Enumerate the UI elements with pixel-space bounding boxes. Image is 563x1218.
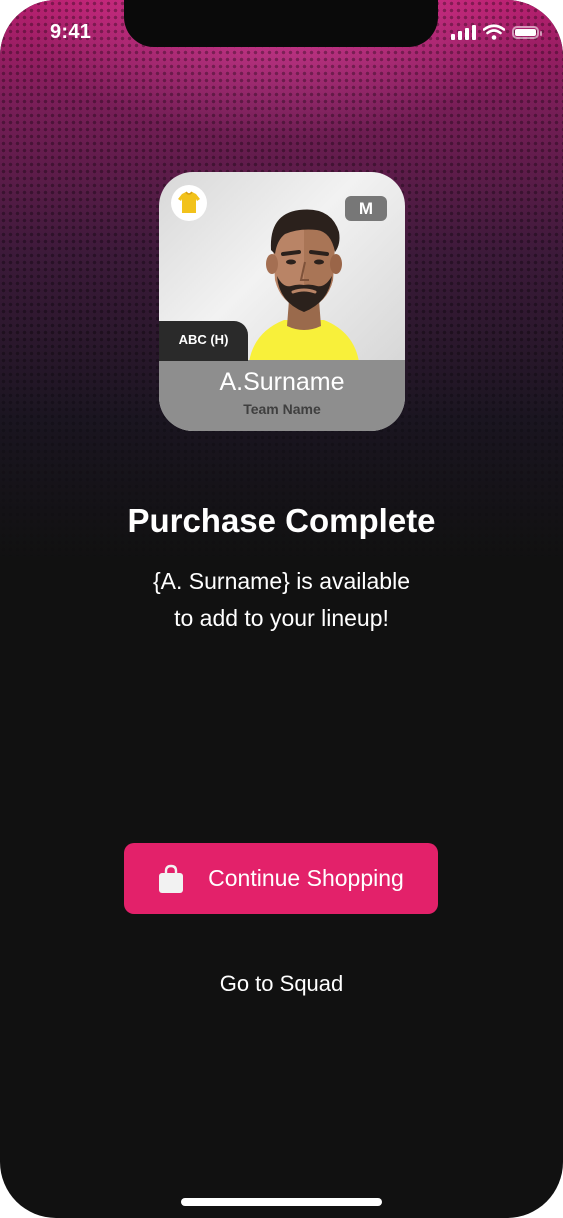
fixture-tag: ABC (H) [159, 321, 248, 361]
confirmation-message: {A. Surname} is available to add to your… [0, 563, 563, 637]
team-name: Team Name [243, 401, 321, 417]
shopping-bag-icon [159, 864, 184, 893]
cellular-signal-icon [451, 24, 476, 40]
status-time: 9:41 [50, 21, 92, 43]
status-icons [451, 24, 542, 40]
club-shirt-icon [171, 185, 207, 221]
continue-shopping-label: Continue Shopping [208, 865, 404, 891]
home-indicator [181, 1198, 382, 1206]
player-card: M ABC (H) A.Surname Team Name [159, 172, 405, 431]
go-to-squad-link[interactable]: Go to Squad [0, 971, 563, 997]
device-notch [124, 0, 438, 47]
position-badge: M [345, 196, 387, 221]
confirmation-line-1: {A. Surname} is available [153, 568, 410, 594]
wifi-icon [483, 24, 505, 40]
battery-icon [512, 25, 542, 39]
confirmation-line-2: to add to your lineup! [174, 605, 389, 631]
continue-shopping-button[interactable]: Continue Shopping [124, 843, 438, 914]
player-name: A.Surname [219, 368, 345, 396]
page-title: Purchase Complete [127, 502, 436, 539]
phone-screen: 9:41 M ABC (H) A.Surname Team Name Purch… [0, 0, 563, 1218]
